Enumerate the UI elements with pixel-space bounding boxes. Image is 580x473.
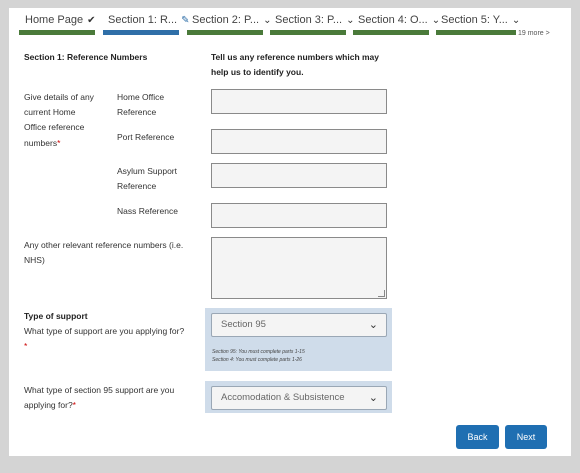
tab-section-1[interactable]: Section 1: R... ✎: [108, 14, 189, 26]
nass-reference-input[interactable]: [211, 203, 387, 228]
chevron-down-icon: ⌄: [263, 15, 272, 26]
section-tabs: Home Page ✔ Section 1: R... ✎ Section 2: P…: [9, 8, 571, 38]
next-button[interactable]: Next: [505, 425, 547, 449]
support-hint-line: Section 4: You must complete parts 1-26: [212, 357, 302, 363]
details-label-line: Office reference: [24, 122, 85, 132]
intro-line-2: help us to identify you.: [211, 67, 304, 77]
tab-section-5[interactable]: Section 5: Y... ⌄: [441, 14, 520, 26]
port-reference-label: Port Reference: [117, 132, 175, 142]
selected-value: Accomodation & Subsistence: [221, 392, 345, 403]
tab-label: Home Page: [25, 14, 84, 26]
tab-progress-bar: [353, 30, 429, 35]
tab-section-4[interactable]: Section 4: O... ⌄: [358, 14, 440, 26]
support-hint-line: Section 95: You must complete parts 1-15: [212, 349, 305, 355]
nass-reference-label: Nass Reference: [117, 206, 178, 216]
asylum-support-reference-input[interactable]: [211, 163, 387, 188]
chevron-down-icon: ⌄: [346, 15, 355, 26]
chevron-down-icon: ⌄: [431, 15, 441, 26]
section-heading: Section 1: Reference Numbers: [24, 52, 148, 62]
home-office-label: Reference: [117, 107, 157, 117]
tab-progress-bar: [436, 30, 516, 35]
tab-label: Section 3: P...: [275, 14, 343, 26]
tab-label: Section 5: Y...: [441, 14, 508, 26]
home-office-label: Home Office: [117, 92, 165, 102]
chevron-down-icon: ⌄: [511, 15, 521, 26]
chevron-down-icon: ⌄: [368, 392, 378, 404]
s95-type-question: What type of section 95 support are you: [24, 385, 175, 395]
s95-type-question: applying for?*: [24, 398, 76, 413]
tab-progress-bar: [187, 30, 263, 35]
support-type-select[interactable]: Section 95 ⌄: [211, 313, 387, 337]
home-office-reference-input[interactable]: [211, 89, 387, 114]
tab-section-2[interactable]: Section 2: P... ⌄: [192, 14, 271, 26]
other-reference-label: Any other relevant reference numbers (i.…: [24, 240, 184, 250]
tab-label: Section 4: O...: [358, 14, 428, 26]
s95-type-select[interactable]: Accomodation & Subsistence ⌄: [211, 386, 387, 410]
tab-progress-bar: [19, 30, 95, 35]
asylum-support-label: Reference: [117, 181, 157, 191]
details-label-line: numbers*: [24, 136, 60, 151]
other-reference-label: NHS): [24, 255, 45, 265]
tab-label: Section 1: R...: [108, 14, 178, 26]
more-tabs-link[interactable]: 19 more >: [518, 30, 550, 37]
details-label-line: Give details of any: [24, 92, 94, 102]
tab-progress-bar: [270, 30, 346, 35]
support-type-title: Type of support: [24, 311, 88, 321]
resize-handle[interactable]: [378, 290, 385, 297]
chevron-down-icon: ⌄: [368, 319, 378, 331]
back-button[interactable]: Back: [456, 425, 499, 449]
pencil-icon: ✎: [181, 15, 190, 26]
tab-label: Section 2: P...: [192, 14, 260, 26]
check-icon: ✔: [87, 15, 96, 26]
details-label-line: current Home: [24, 107, 76, 117]
asylum-support-label: Asylum Support: [117, 166, 177, 176]
tab-progress-bar-active: [103, 30, 179, 35]
other-reference-textarea[interactable]: [211, 237, 387, 299]
tab-section-3[interactable]: Section 3: P... ⌄: [275, 14, 354, 26]
port-reference-input[interactable]: [211, 129, 387, 154]
s95-type-question-text: applying for?: [24, 400, 73, 410]
required-marker: *: [24, 341, 28, 351]
intro-line-1: Tell us any reference numbers which may: [211, 52, 380, 62]
details-label-text: numbers: [24, 138, 58, 148]
required-marker: *: [57, 138, 61, 148]
support-type-question: What type of support are you applying fo…: [24, 326, 185, 336]
required-marker: *: [72, 400, 76, 410]
tab-home-page[interactable]: Home Page ✔: [25, 14, 95, 26]
selected-value: Section 95: [221, 319, 266, 330]
